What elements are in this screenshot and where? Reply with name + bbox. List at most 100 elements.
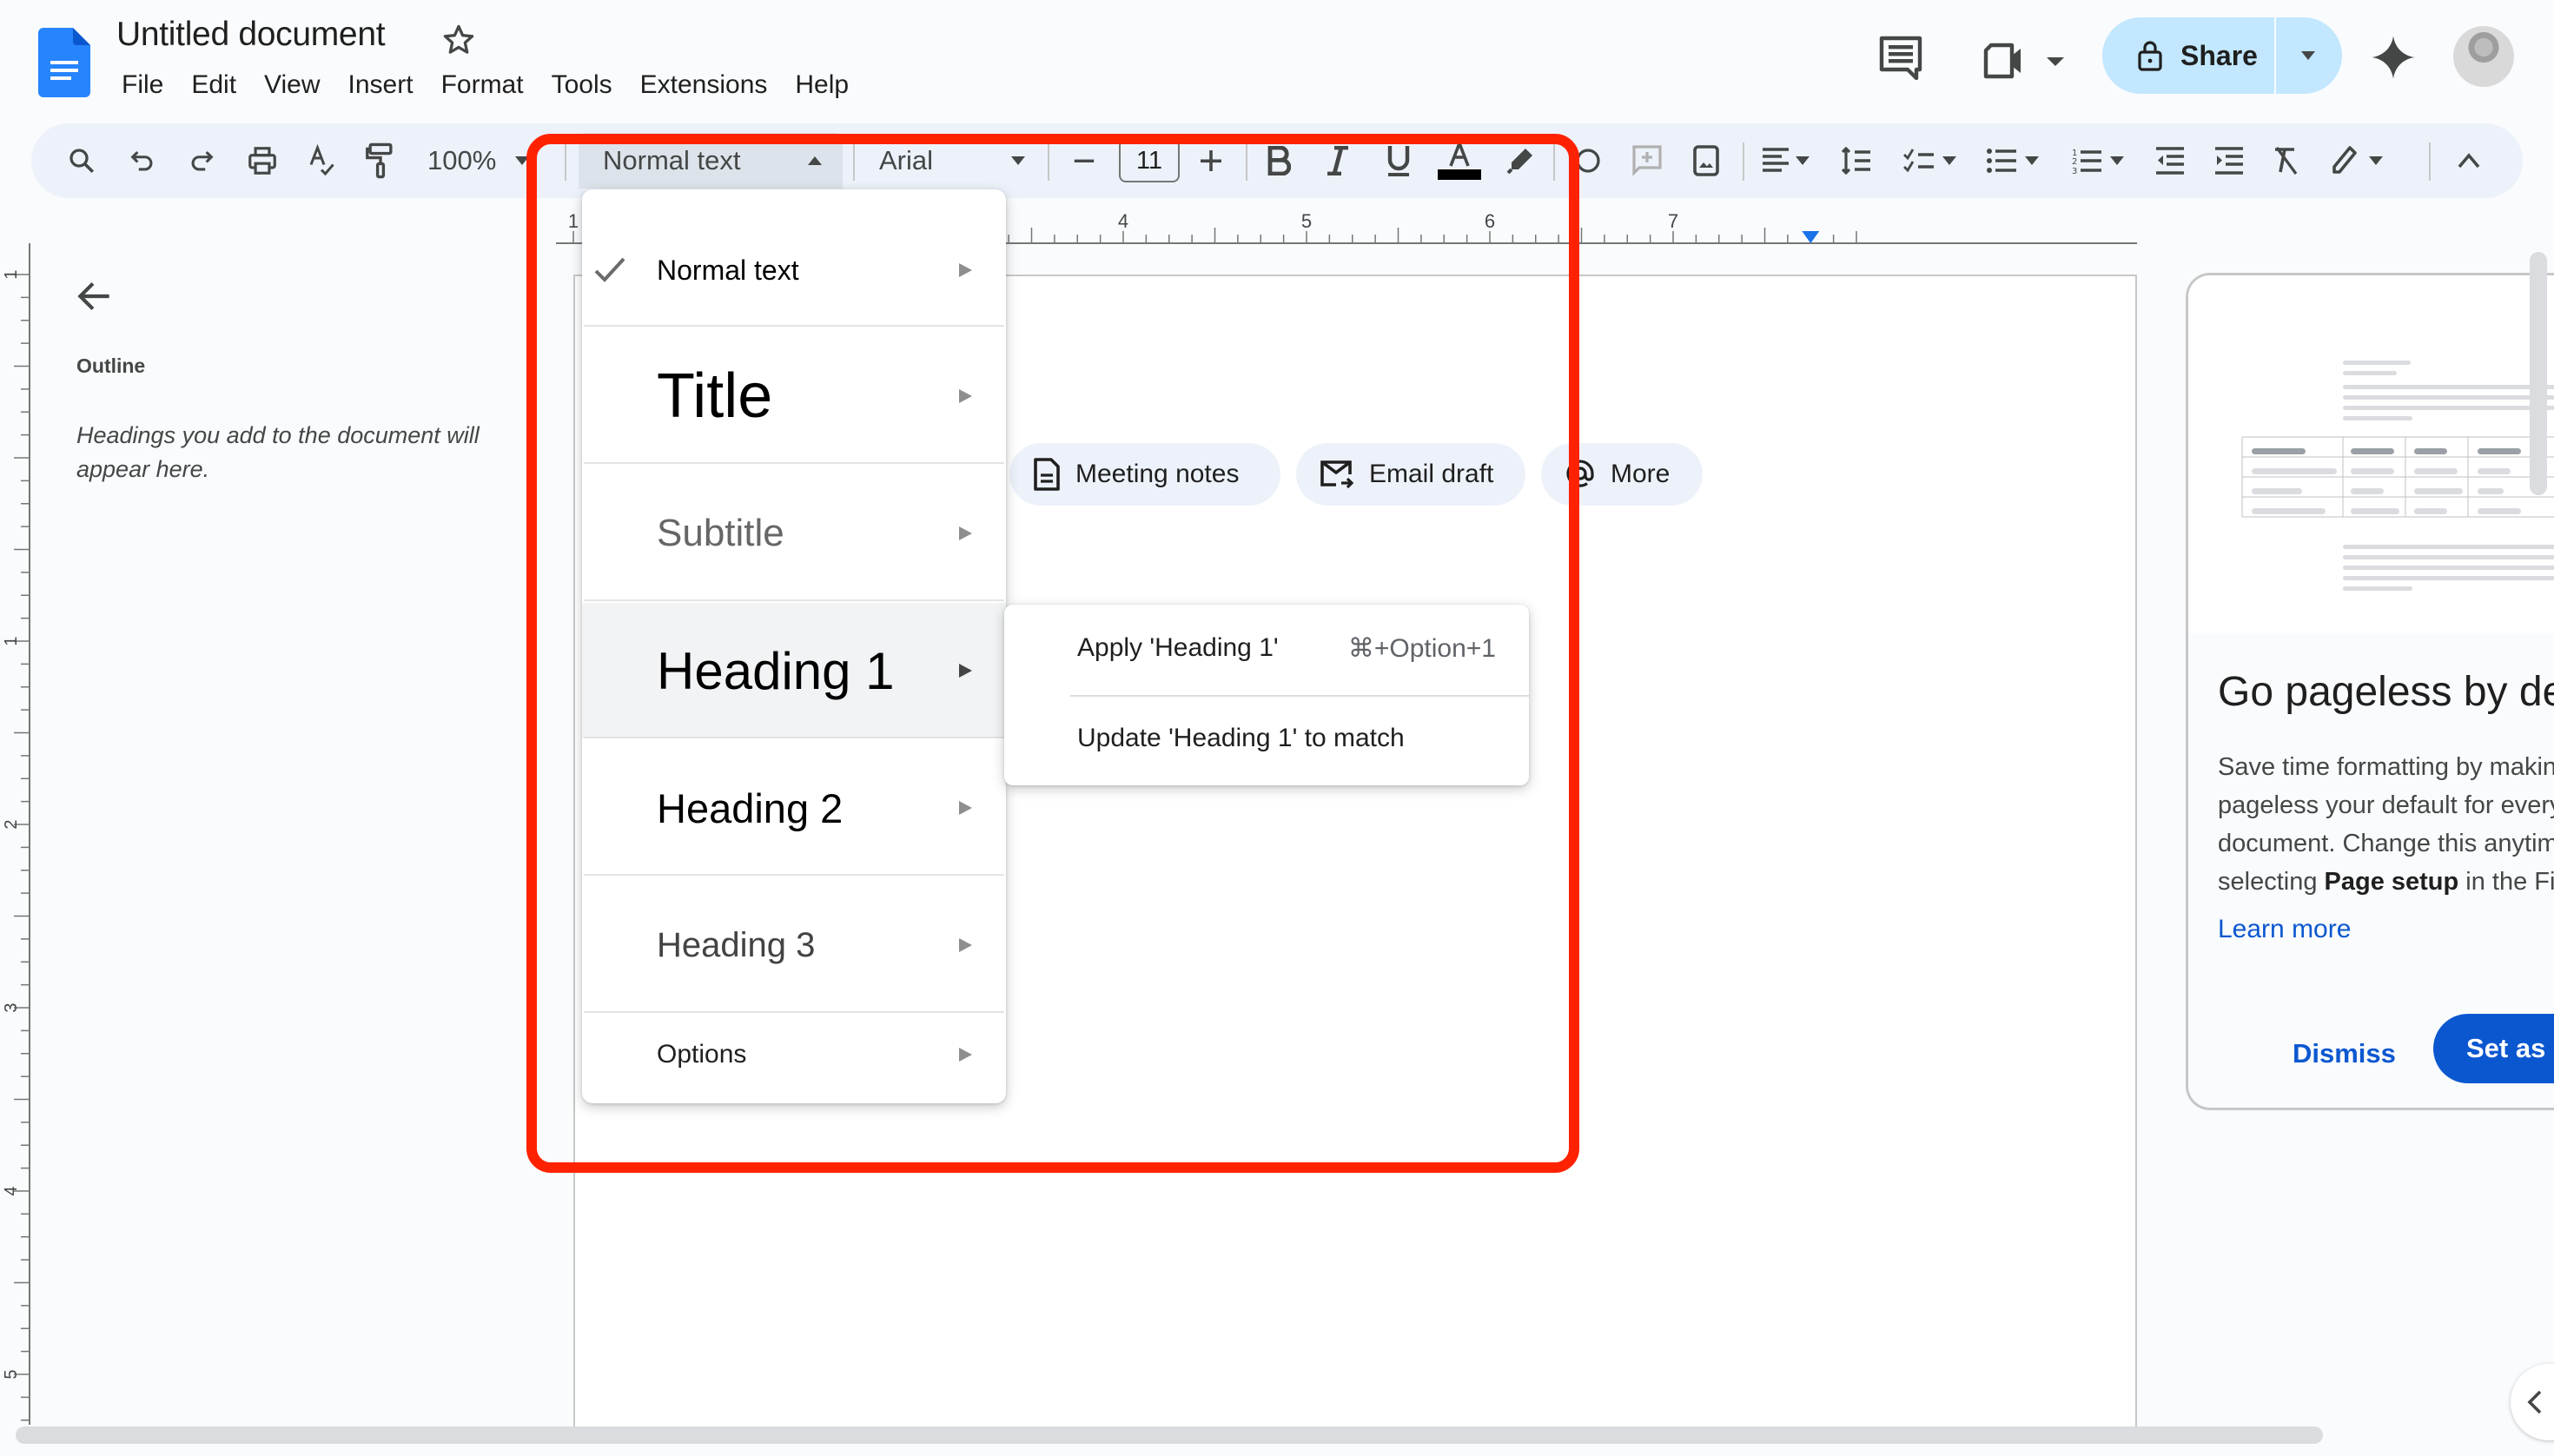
chevron-up-icon bbox=[808, 156, 822, 165]
outline-empty-hint: Headings you add to the document will ap… bbox=[76, 422, 480, 482]
ruler-label: 1 bbox=[2, 269, 21, 279]
style-menu-label: Normal text bbox=[657, 254, 799, 286]
share-button[interactable]: Share bbox=[2102, 17, 2342, 94]
vertical-ruler[interactable]: 1 1 2 3 4 5 bbox=[0, 243, 35, 1425]
account-avatar[interactable] bbox=[2453, 26, 2514, 87]
style-menu-item-normal-text[interactable]: Normal text bbox=[582, 215, 1006, 325]
paint-format-icon bbox=[366, 142, 393, 179]
comments-history-icon[interactable] bbox=[1876, 35, 1925, 80]
redo-button[interactable] bbox=[177, 123, 226, 198]
checklist-select[interactable] bbox=[1890, 123, 1968, 198]
font-value: Arial bbox=[879, 145, 934, 175]
chevron-down-icon bbox=[2110, 156, 2124, 165]
chip-more[interactable]: More bbox=[1541, 443, 1703, 506]
pageless-body-line: selecting Page setup in the File menu. bbox=[2218, 863, 2554, 901]
style-menu-item-title[interactable]: Title bbox=[582, 328, 1006, 464]
chip-meeting-notes[interactable]: Meeting notes bbox=[1009, 443, 1280, 506]
increase-font-size-button[interactable] bbox=[1187, 123, 1235, 198]
numbered-list-select[interactable]: 123 bbox=[2059, 123, 2137, 198]
bulleted-list-select[interactable] bbox=[1974, 123, 2052, 198]
menu-extensions[interactable]: Extensions bbox=[626, 66, 782, 104]
clear-formatting-button[interactable] bbox=[2260, 123, 2312, 198]
chip-label: More bbox=[1611, 460, 1671, 488]
zoom-select[interactable]: 100% bbox=[427, 123, 558, 198]
increase-indent-button[interactable] bbox=[2203, 123, 2255, 198]
align-select[interactable] bbox=[1750, 123, 1823, 198]
menu-edit[interactable]: Edit bbox=[177, 66, 250, 104]
body-text: in the File menu. bbox=[2465, 868, 2554, 896]
print-button[interactable] bbox=[238, 123, 287, 198]
menu-insert[interactable]: Insert bbox=[334, 66, 427, 104]
meet-call-button[interactable] bbox=[1981, 38, 2076, 83]
search-icon bbox=[69, 149, 95, 174]
menu-format[interactable]: Format bbox=[427, 66, 538, 104]
plus-icon bbox=[1201, 150, 1221, 171]
text-color-button[interactable] bbox=[1433, 123, 1485, 198]
highlight-icon bbox=[1506, 149, 1532, 175]
style-menu-item-subtitle[interactable]: Subtitle bbox=[582, 466, 1006, 601]
style-menu-item-heading-3[interactable]: Heading 3 bbox=[582, 877, 1006, 1013]
toolbar-divider bbox=[1553, 142, 1555, 181]
style-menu-label: Heading 1 bbox=[657, 641, 895, 700]
italic-button[interactable] bbox=[1312, 123, 1364, 198]
menu-file[interactable]: File bbox=[108, 66, 177, 104]
share-main-button[interactable]: Share bbox=[2102, 17, 2276, 94]
horizontal-scrollbar[interactable] bbox=[16, 1426, 2323, 1444]
redo-icon bbox=[191, 150, 214, 171]
chevron-left-icon bbox=[2527, 1390, 2542, 1414]
line-spacing-button[interactable] bbox=[1829, 123, 1882, 198]
apply-heading-1-item[interactable]: Apply 'Heading 1' ⌘+Option+1 bbox=[1004, 605, 1529, 692]
close-outline-button[interactable] bbox=[73, 275, 122, 318]
decrease-indent-button[interactable] bbox=[2144, 123, 2196, 198]
spellcheck-button[interactable] bbox=[297, 123, 346, 198]
pageless-heading: Go pageless by default bbox=[2218, 669, 2554, 715]
add-comment-button[interactable] bbox=[1621, 123, 1673, 198]
style-menu-item-options[interactable]: Options bbox=[582, 1015, 1006, 1095]
submenu-arrow-icon bbox=[959, 1048, 972, 1062]
highlight-color-button[interactable] bbox=[1494, 123, 1546, 198]
bold-button[interactable] bbox=[1253, 123, 1305, 198]
undo-button[interactable] bbox=[118, 123, 167, 198]
star-icon[interactable] bbox=[440, 21, 478, 59]
font-select[interactable]: Arial bbox=[862, 123, 1035, 198]
vertical-scrollbar[interactable] bbox=[2530, 252, 2547, 495]
pageless-body-line: Save time formatting by making bbox=[2218, 753, 2554, 781]
document-title[interactable]: Untitled document bbox=[116, 16, 386, 54]
side-panel-toggle[interactable] bbox=[2511, 1364, 2554, 1440]
share-options-dropdown[interactable] bbox=[2276, 17, 2340, 94]
text-color-swatch bbox=[1438, 169, 1481, 180]
gemini-sparkle-icon[interactable] bbox=[2370, 31, 2417, 83]
search-menus-button[interactable] bbox=[57, 123, 106, 198]
decrease-font-size-button[interactable] bbox=[1060, 123, 1108, 198]
chip-email-draft[interactable]: Email draft bbox=[1296, 443, 1525, 506]
decrease-indent-icon bbox=[2156, 147, 2184, 175]
insert-link-button[interactable] bbox=[1562, 123, 1614, 198]
underline-button[interactable] bbox=[1373, 123, 1425, 198]
editing-mode-select[interactable] bbox=[2318, 123, 2396, 198]
docs-home-logo[interactable] bbox=[38, 28, 90, 97]
paint-format-button[interactable] bbox=[356, 123, 405, 198]
heading-1-submenu: Apply 'Heading 1' ⌘+Option+1 Update 'Hea… bbox=[1004, 605, 1529, 785]
style-menu-item-heading-2[interactable]: Heading 2 bbox=[582, 740, 1006, 876]
set-as-default-button[interactable]: Set as default bbox=[2433, 1014, 2554, 1108]
keyboard-shortcut: ⌘+Option+1 bbox=[1347, 633, 1496, 663]
menu-view[interactable]: View bbox=[250, 66, 334, 104]
insert-image-button[interactable] bbox=[1680, 123, 1732, 198]
undo-icon bbox=[130, 150, 153, 171]
right-indent-marker[interactable] bbox=[1802, 231, 1820, 243]
learn-more-link[interactable]: Learn more bbox=[2218, 915, 2351, 944]
document-icon bbox=[1034, 458, 1060, 491]
menu-help[interactable]: Help bbox=[781, 66, 863, 104]
share-label: Share bbox=[2180, 39, 2258, 71]
chevron-down-icon bbox=[1942, 156, 1956, 165]
menu-tools[interactable]: Tools bbox=[538, 66, 626, 104]
body-text: selecting bbox=[2218, 868, 2325, 896]
style-menu-item-heading-1[interactable]: Heading 1 bbox=[582, 603, 1006, 738]
font-size-input[interactable]: 11 bbox=[1119, 139, 1180, 182]
update-heading-1-item[interactable]: Update 'Heading 1' to match bbox=[1004, 695, 1529, 782]
paragraph-style-select[interactable]: Normal text bbox=[579, 133, 843, 189]
dismiss-button[interactable]: Dismiss bbox=[2293, 1038, 2396, 1069]
hide-menus-button[interactable] bbox=[2443, 123, 2495, 198]
lock-icon bbox=[2138, 41, 2162, 71]
chevron-down-icon bbox=[2025, 156, 2039, 165]
